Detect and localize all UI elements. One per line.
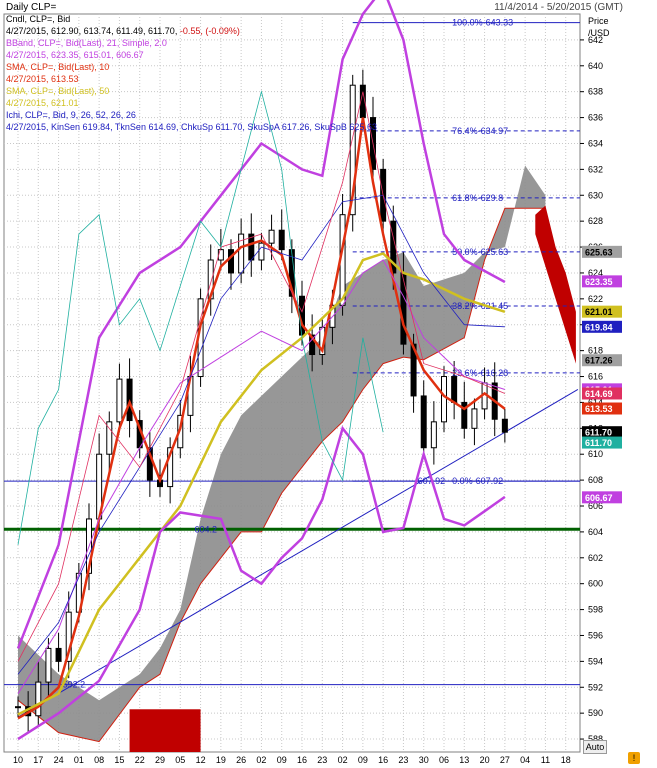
x-tick-label: 12 xyxy=(196,755,206,765)
y-tick-label: 638 xyxy=(588,87,603,97)
y-tick-label: 616 xyxy=(588,372,603,382)
x-tick-label: 26 xyxy=(236,755,246,765)
x-tick-label: 29 xyxy=(155,755,165,765)
y-tick-label: 598 xyxy=(588,605,603,615)
price-label-text: 611.70 xyxy=(585,438,612,448)
candle-body xyxy=(441,376,447,423)
legend-entry: SMA, CLP=, Bid(Last), 50 xyxy=(6,86,110,96)
price-annotation: 604.2 xyxy=(194,524,217,534)
price-axis-label: Price xyxy=(588,16,609,26)
x-tick-label: 16 xyxy=(297,755,307,765)
fib-label: 76.4%-634.97 xyxy=(452,126,508,136)
y-tick-label: 636 xyxy=(588,113,603,123)
x-tick-label: 11 xyxy=(541,755,550,765)
x-tick-label: 02 xyxy=(256,755,266,765)
price-label-text: 621.01 xyxy=(585,307,613,317)
candle-body xyxy=(228,249,234,274)
price-label-text: 617.26 xyxy=(585,356,613,366)
y-tick-label: 594 xyxy=(588,656,603,666)
legend-entry: 4/27/2015, KinSen 619.84, TknSen 614.69,… xyxy=(6,122,377,132)
candle-body xyxy=(45,647,52,683)
x-tick-label: 24 xyxy=(54,755,64,765)
candle-body xyxy=(420,395,427,449)
candle-body xyxy=(501,418,508,433)
fib-label: 100.0%-643.33 xyxy=(452,18,513,28)
y-tick-label: 602 xyxy=(588,553,603,563)
legend-entry: SMA, CLP=, Bid(Last), 10 xyxy=(6,62,110,72)
x-tick-label: 09 xyxy=(358,755,368,765)
legend-entry: 4/27/2015, 612.90, 613.74, 611.49, 611.7… xyxy=(6,26,240,36)
candle-body xyxy=(268,229,275,244)
x-tick-label: 23 xyxy=(317,755,327,765)
price-label-text: 614.69 xyxy=(585,389,613,399)
candle-body xyxy=(55,647,62,662)
y-tick-label: 632 xyxy=(588,164,603,174)
legend-entry: 4/27/2015, 613.53 xyxy=(6,74,79,84)
candle-body xyxy=(451,376,458,403)
price-label-text: 613.53 xyxy=(585,404,613,414)
y-tick-label: 596 xyxy=(588,630,603,640)
x-tick-label: 04 xyxy=(520,755,530,765)
price-label-text: 619.84 xyxy=(585,322,613,332)
y-tick-label: 592 xyxy=(588,682,603,692)
x-tick-label: 15 xyxy=(114,755,124,765)
legend-entry: 4/27/2015, 623.35, 615.01, 606.67 xyxy=(6,50,144,60)
info-icon[interactable]: ! xyxy=(628,752,640,764)
x-tick-label: 01 xyxy=(74,755,84,765)
x-tick-label: 18 xyxy=(561,755,571,765)
y-tick-label: 590 xyxy=(588,708,603,718)
legend-entry: 4/27/2015, 621.01 xyxy=(6,98,79,108)
price-label-text: 623.35 xyxy=(585,277,613,287)
y-tick-label: 630 xyxy=(588,190,603,200)
candle-body xyxy=(35,681,42,717)
x-tick-label: 09 xyxy=(277,755,287,765)
legend-change: -0.55, (-0.09%) xyxy=(179,26,240,36)
candle-body xyxy=(430,421,437,449)
fib-label: 0.0%-607.92 xyxy=(452,476,503,486)
y-tick-label: 600 xyxy=(588,579,603,589)
price-label-text: 625.63 xyxy=(585,247,613,257)
y-tick-label: 618 xyxy=(588,346,603,356)
y-tick-label: 622 xyxy=(588,294,603,304)
x-tick-label: 23 xyxy=(398,755,408,765)
candle-body xyxy=(116,378,123,423)
price-label-text: 606.67 xyxy=(585,493,613,503)
x-tick-label: 08 xyxy=(94,755,104,765)
candle-body xyxy=(471,408,478,429)
x-tick-label: 16 xyxy=(378,755,388,765)
x-tick-label: 30 xyxy=(419,755,429,765)
unit-axis-label: /USD xyxy=(588,28,610,38)
cloud-bearish-early xyxy=(129,709,201,752)
candle-body xyxy=(258,242,265,261)
x-tick-label: 10 xyxy=(13,755,23,765)
candle-body xyxy=(15,706,21,709)
y-tick-label: 610 xyxy=(588,449,603,459)
x-tick-label: 06 xyxy=(439,755,449,765)
x-tick-label: 13 xyxy=(459,755,469,765)
y-tick-label: 640 xyxy=(588,61,603,71)
legend-entry: BBand, CLP=, Bid(Last), 21, Simple, 2.0 xyxy=(6,38,167,48)
fib-label: 61.8%-629.8 xyxy=(452,193,503,203)
x-tick-label: 20 xyxy=(480,755,490,765)
price-label-text: 611.70 xyxy=(585,428,612,438)
y-tick-label: 634 xyxy=(588,138,603,148)
auto-scale-button[interactable]: Auto xyxy=(583,740,607,754)
x-tick-label: 22 xyxy=(135,755,145,765)
legend-values: 4/27/2015, 612.90, 613.74, 611.49, 611.7… xyxy=(6,26,180,36)
x-tick-label: 17 xyxy=(33,755,43,765)
legend-entry: Ichi, CLP=, Bid, 9, 26, 52, 26, 26 xyxy=(6,110,136,120)
candle-body xyxy=(400,272,407,345)
y-tick-label: 628 xyxy=(588,216,603,226)
x-tick-label: 19 xyxy=(216,755,226,765)
x-tick-label: 27 xyxy=(500,755,510,765)
legend-entry: Cndl, CLP=, Bid xyxy=(6,14,71,24)
y-tick-label: 608 xyxy=(588,475,603,485)
candle-body xyxy=(278,229,285,251)
x-tick-label: 02 xyxy=(338,755,348,765)
y-tick-label: 604 xyxy=(588,527,603,537)
x-tick-label: 05 xyxy=(175,755,185,765)
